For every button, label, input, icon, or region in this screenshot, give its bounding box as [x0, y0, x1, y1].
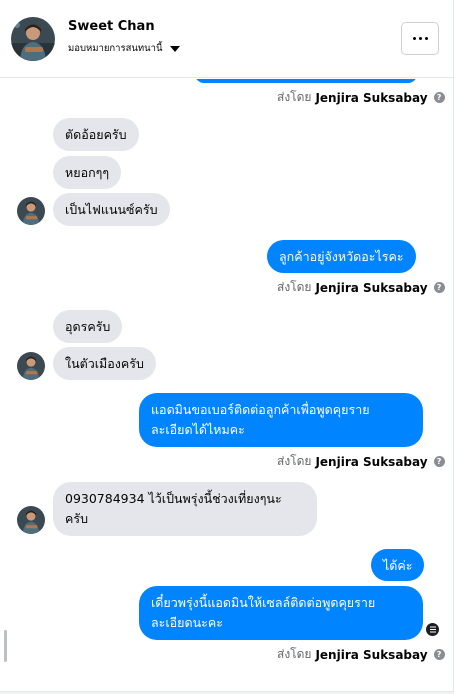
- chevron-down-icon: [169, 46, 180, 52]
- info-icon[interactable]: ?: [433, 456, 445, 467]
- message-bubble-outgoing: ลูกค้าอยู่จังหวัดอะไรคะ: [267, 240, 416, 273]
- message-bubble-outgoing: เดี๋ยวพรุ่งนี้แอดมินให้เซลล์ติดต่อพูดคุย…: [139, 586, 423, 640]
- sent-by-label: ส่งโดย Jenjira Suksabay ?: [277, 88, 445, 107]
- assign-conversation-label: มอบหมายการสนทนานี้: [68, 43, 163, 54]
- message-bubble-incoming: อุดรครับ: [53, 310, 123, 343]
- avatar[interactable]: [11, 17, 55, 61]
- message-bubble-outgoing: แอดมินขอเบอร์ติดต่อลูกค้าเพื่อพูดคุยราย …: [139, 393, 423, 447]
- conversation-panel: Sweet Chan มอบหมายการสนทนานี้ ส่งโดย Jen…: [0, 0, 454, 694]
- more-dots-icon: [412, 37, 428, 40]
- message-bubble-incoming: 0930784934 ไว้เป็นพรุ่งนี้ช่วงเที่ยงๆนะ …: [53, 482, 317, 536]
- sent-by-label: ส่งโดย Jenjira Suksabay ?: [277, 278, 445, 297]
- more-options-button[interactable]: [401, 22, 439, 55]
- scrollbar-thumb[interactable]: [4, 630, 7, 662]
- info-icon[interactable]: ?: [433, 92, 445, 103]
- avatar[interactable]: [17, 506, 45, 534]
- message-bubble-incoming: เป็นไฟแนนซ์ครับ: [53, 193, 170, 226]
- info-icon[interactable]: ?: [433, 282, 445, 293]
- message-bubble-outgoing: ได้ค่ะ: [371, 549, 425, 581]
- sent-by-label: ส่งโดย Jenjira Suksabay ?: [277, 452, 445, 471]
- contact-name: Sweet Chan: [68, 19, 155, 34]
- seen-indicator-icon: [426, 623, 439, 636]
- info-icon[interactable]: ?: [433, 649, 445, 660]
- avatar[interactable]: [17, 352, 45, 380]
- message-bubble-incoming: หยอกๆๆ: [53, 156, 122, 189]
- message-list[interactable]: ส่งโดย Jenjira Suksabay ? ตัดอ้อยครับ หย…: [0, 79, 446, 691]
- scrollbar[interactable]: [447, 79, 453, 691]
- message-bubble-outgoing: [195, 79, 417, 83]
- assign-conversation-dropdown[interactable]: มอบหมายการสนทนานี้: [68, 41, 180, 56]
- message-bubble-incoming: ในตัวเมืองครับ: [53, 347, 156, 380]
- message-bubble-incoming: ตัดอ้อยครับ: [53, 118, 139, 151]
- avatar[interactable]: [17, 197, 45, 225]
- sent-by-label: ส่งโดย Jenjira Suksabay ?: [277, 645, 445, 664]
- conversation-header: Sweet Chan มอบหมายการสนทนานี้: [0, 0, 453, 78]
